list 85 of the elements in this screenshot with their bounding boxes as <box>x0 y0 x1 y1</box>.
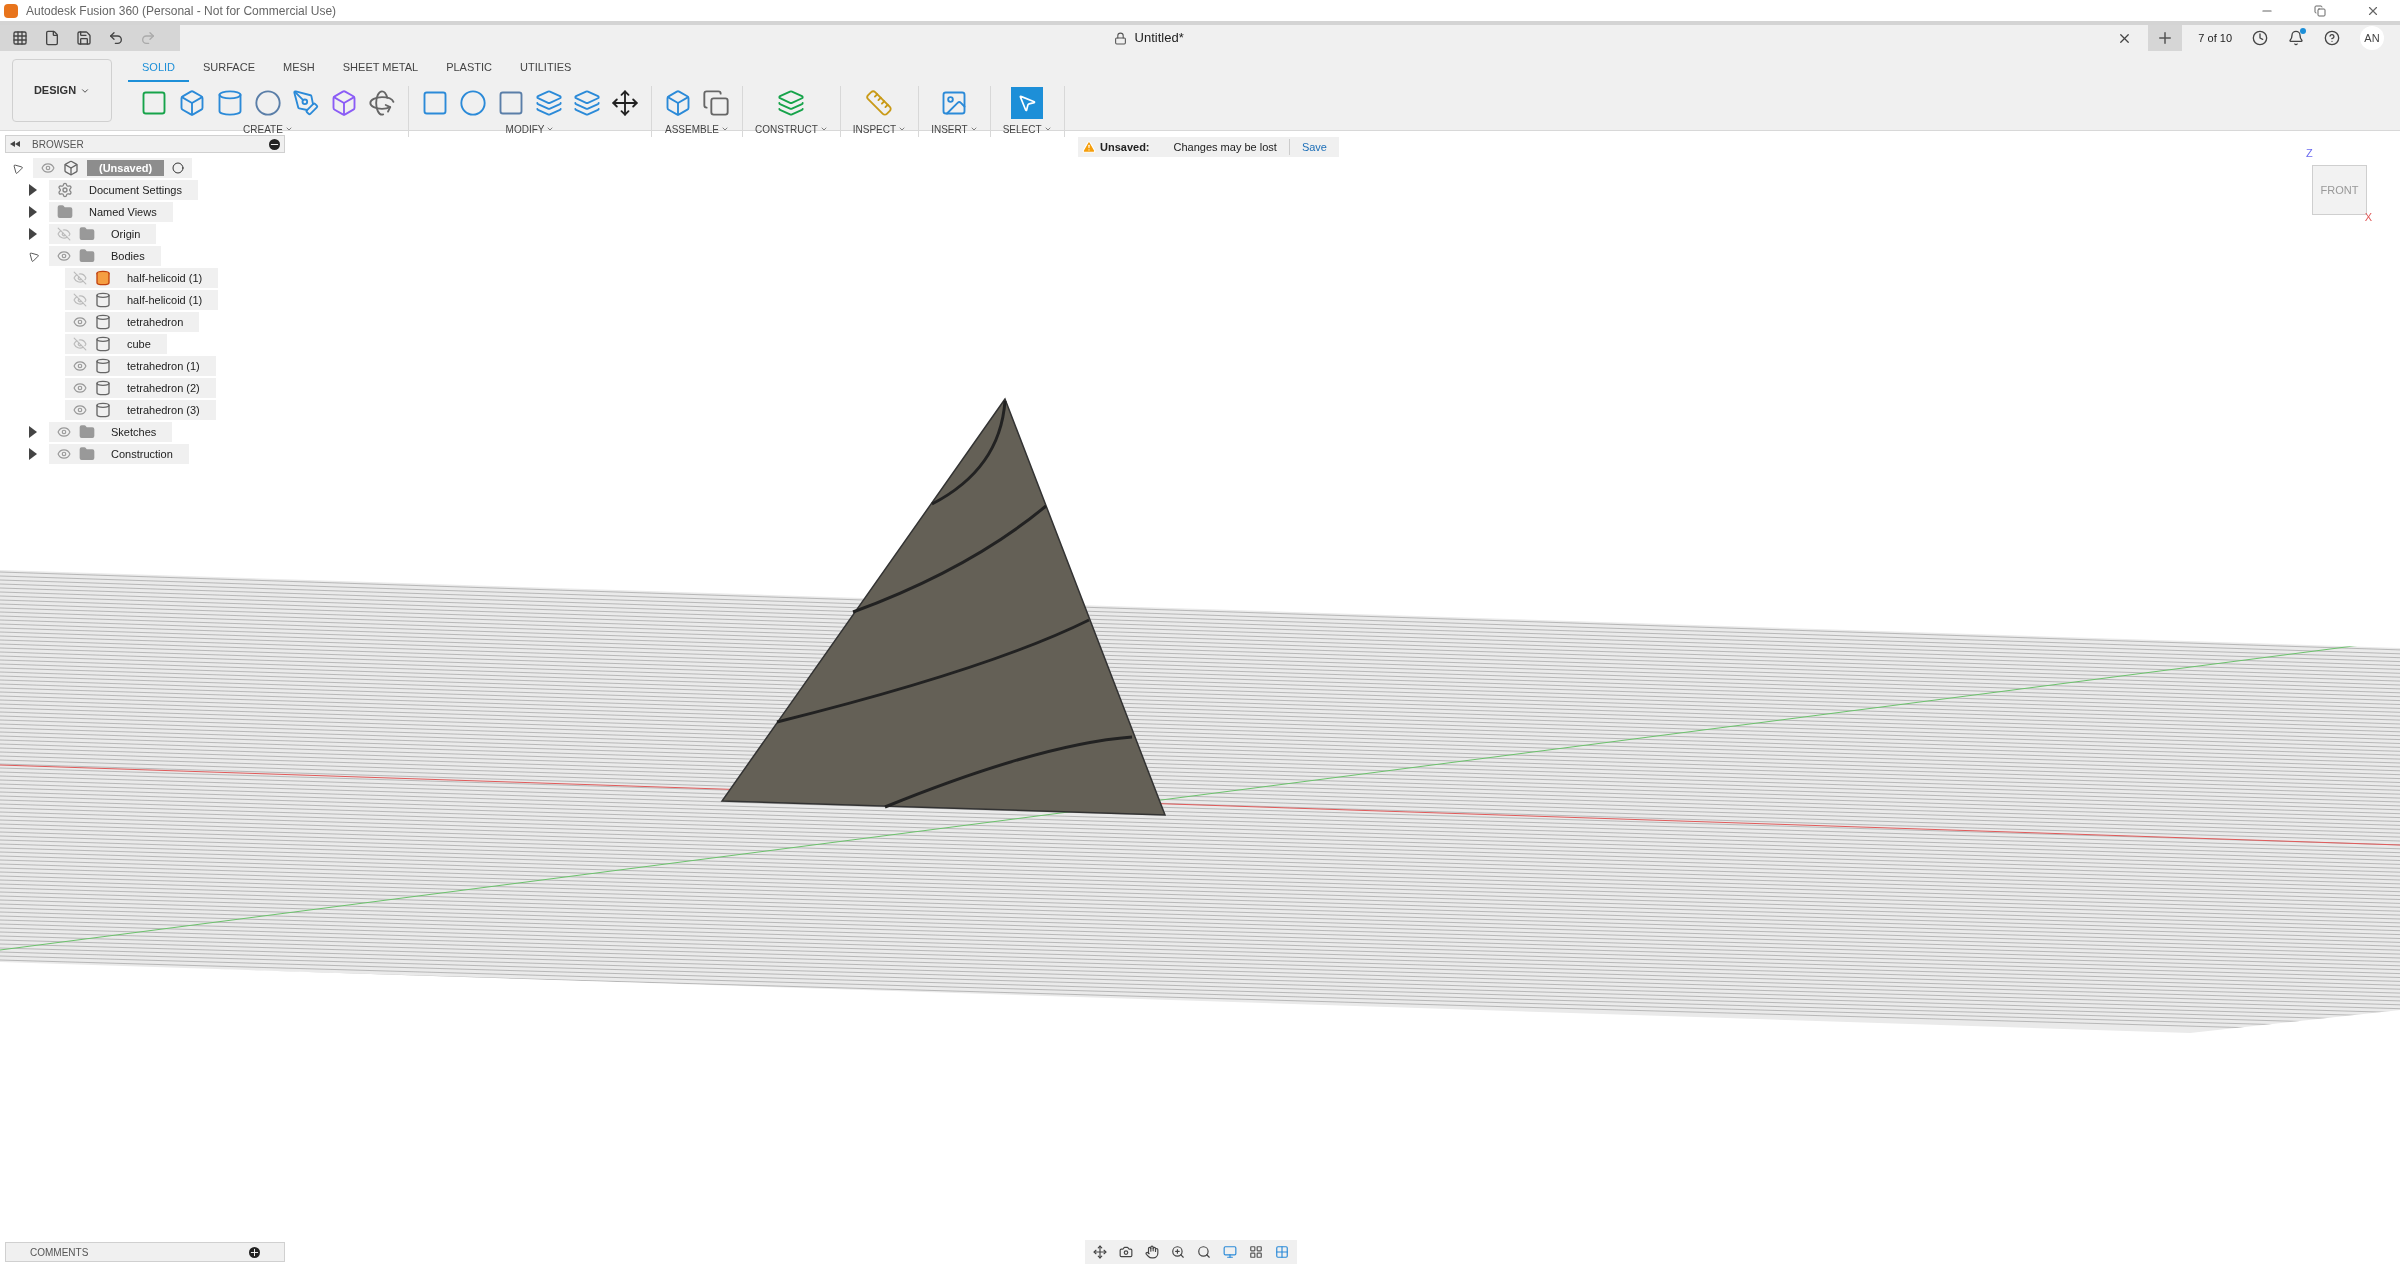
grid-icon[interactable] <box>1249 1245 1263 1259</box>
restore-icon[interactable] <box>2314 4 2326 17</box>
tool-group-dropdown[interactable]: ASSEMBLE <box>665 121 729 137</box>
body-icon <box>95 402 111 418</box>
display-icon[interactable] <box>1223 1245 1237 1259</box>
tool-group-dropdown[interactable]: INSPECT <box>852 121 907 137</box>
body-icon <box>95 380 111 396</box>
zoom-icon[interactable] <box>1171 1245 1185 1259</box>
toolbar-tab[interactable]: UTILITIES <box>506 59 586 82</box>
caret-icon <box>898 125 907 133</box>
browser-title: BROWSER <box>32 137 85 152</box>
expand-triangle-icon[interactable] <box>29 228 37 240</box>
axis-z-label: Z <box>2306 146 2313 161</box>
caret-icon <box>720 125 729 133</box>
caret-icon <box>969 125 978 133</box>
expand-triangle-icon[interactable] <box>29 206 37 218</box>
warning-icon <box>1082 140 1096 154</box>
caret-icon <box>546 125 555 133</box>
comments-title: COMMENTS <box>30 1245 90 1260</box>
settings-icon <box>57 182 73 198</box>
fit-icon[interactable] <box>1197 1245 1211 1259</box>
document-tab-title[interactable]: Untitled* <box>1134 28 1184 48</box>
orbit-icon[interactable] <box>1093 1245 1107 1259</box>
notice-label: Unsaved: <box>1100 139 1150 155</box>
panel-minimize-icon[interactable] <box>269 138 280 150</box>
expand-triangle-icon[interactable] <box>29 184 37 196</box>
body-icon <box>95 292 111 308</box>
notice-message: Changes may be lost <box>1173 139 1277 155</box>
body-icon <box>95 336 111 352</box>
toolbar-tab[interactable]: SHEET METAL <box>328 59 433 82</box>
undo-icon[interactable] <box>108 30 124 46</box>
visibility-eye-icon[interactable] <box>73 403 87 417</box>
caret-icon <box>1043 125 1052 133</box>
tool-icon[interactable] <box>611 88 639 117</box>
toolbar-tab[interactable]: PLASTIC <box>432 59 506 82</box>
tool-group-dropdown[interactable]: INSERT <box>931 121 978 137</box>
toolbar-tab[interactable]: MESH <box>269 59 329 82</box>
caret-icon <box>284 125 293 133</box>
visibility-eye-icon[interactable] <box>41 161 55 175</box>
tool-group-dropdown[interactable]: SELECT <box>1002 121 1052 137</box>
lock-icon <box>1113 31 1127 45</box>
apps-grid-icon[interactable] <box>12 30 28 46</box>
user-avatar[interactable]: AN <box>2360 26 2384 50</box>
view-cube-face-label: FRONT <box>2320 182 2359 198</box>
visibility-eye-icon[interactable] <box>57 425 71 439</box>
folder-icon <box>79 446 95 462</box>
caret-icon <box>819 125 828 133</box>
visibility-eye-icon[interactable] <box>57 447 71 461</box>
new-tab-button[interactable] <box>2148 25 2183 51</box>
expand-triangle-icon[interactable] <box>29 426 37 438</box>
save-icon[interactable] <box>76 30 92 46</box>
tool-group-dropdown[interactable]: CREATE <box>243 121 293 137</box>
axis-x-label: X <box>2364 209 2372 225</box>
body-icon <box>95 358 111 374</box>
save-link[interactable]: Save <box>1288 138 1339 156</box>
select-tool-icon[interactable] <box>1011 86 1044 119</box>
viewports-icon[interactable] <box>1275 1245 1289 1259</box>
help-icon[interactable] <box>2324 30 2340 46</box>
document-icon <box>63 160 79 176</box>
visibility-eye-icon[interactable] <box>73 359 87 373</box>
expand-triangle-icon[interactable] <box>29 448 37 460</box>
history-icon[interactable] <box>2252 30 2268 46</box>
folder-icon <box>79 226 95 242</box>
camera-icon[interactable] <box>1119 1245 1133 1259</box>
folder-icon <box>57 204 73 220</box>
tool-group-dropdown[interactable]: MODIFY <box>505 121 555 137</box>
collapse-panel-icon[interactable] <box>10 141 20 147</box>
pan-icon[interactable] <box>1145 1245 1159 1259</box>
activate-radio-icon[interactable] <box>172 162 185 174</box>
tool-group-dropdown[interactable]: CONSTRUCT <box>755 121 828 137</box>
folder-icon <box>79 248 95 264</box>
visibility-eye-icon[interactable] <box>73 315 87 329</box>
workspace-dropdown[interactable]: DESIGN <box>12 59 112 122</box>
version-count[interactable]: 7 of 10 <box>2198 29 2232 47</box>
component-icon <box>95 270 111 286</box>
file-menu-icon[interactable] <box>44 30 60 46</box>
notification-bell-icon[interactable] <box>2288 30 2304 46</box>
folder-icon <box>79 424 95 440</box>
visibility-eye-icon[interactable] <box>73 381 87 395</box>
app-logo-icon <box>4 3 18 18</box>
body-icon <box>95 314 111 330</box>
window-title: Autodesk Fusion 360 (Personal - Not for Commercial Use) <box>26 2 337 20</box>
visibility-eye-icon[interactable] <box>57 249 71 263</box>
add-comment-icon[interactable] <box>249 1246 260 1258</box>
toolbar-tab[interactable]: SURFACE <box>189 59 269 82</box>
